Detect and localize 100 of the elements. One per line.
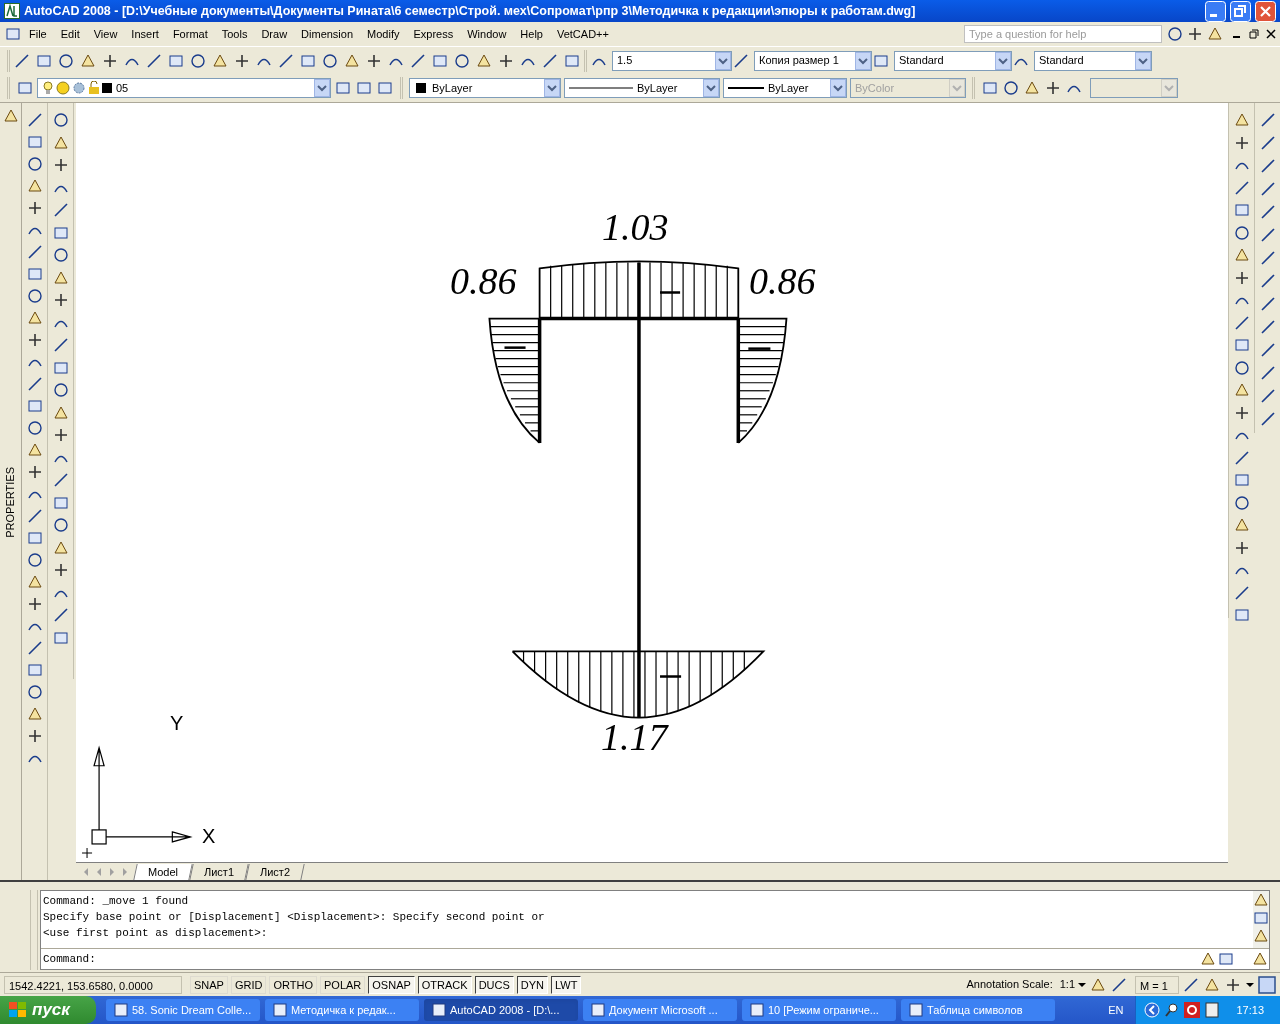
dropdown-field[interactable]: ByLayer (409, 78, 561, 98)
layout-tab[interactable]: Лист2 (245, 863, 305, 880)
layout-tab[interactable]: Model (133, 863, 193, 880)
window-icon (750, 1003, 764, 1017)
status-toggle[interactable]: SNAP (190, 975, 228, 994)
command-line: Specify base point or [Displacement] <Displacement>: Specify second point or (43, 910, 546, 925)
menu-item[interactable]: Help (513, 25, 550, 43)
taskbar-button[interactable]: 58. Sonic Dream Colle... (106, 999, 260, 1021)
color-swatch-icon (414, 83, 428, 93)
windows-logo-icon (8, 1001, 28, 1019)
status-toggle[interactable]: DYN (516, 975, 549, 994)
clean-screen-icon[interactable] (1258, 975, 1276, 994)
window-icon (591, 1003, 605, 1017)
menu-item[interactable]: Tools (214, 25, 255, 43)
value-label: 1.17 (601, 718, 668, 756)
window-icon (114, 1003, 128, 1017)
layout-tab[interactable]: Лист1 (189, 863, 249, 880)
color-swatch-icon[interactable] (102, 83, 112, 93)
taskbar-button[interactable]: Методичка к редак... (265, 999, 419, 1021)
status-toggle[interactable]: DUCS (474, 975, 514, 994)
dropdown-field[interactable] (1090, 78, 1178, 98)
window-icon (909, 1003, 923, 1017)
scroll-thumb-icon[interactable] (1252, 909, 1270, 927)
scroll-thumb-icon[interactable] (1217, 950, 1235, 968)
taskbar-button[interactable]: AutoCAD 2008 - [D:\... (424, 999, 578, 1021)
start-button[interactable]: пуск (0, 996, 96, 1024)
dropdown-field[interactable]: Standard (1034, 50, 1152, 71)
app-logo-icon (4, 3, 20, 19)
language-indicator[interactable]: EN (1108, 1001, 1124, 1019)
menu-item[interactable]: Dimension (294, 25, 361, 43)
toolbar-icon[interactable] (189, 51, 207, 70)
drawing-canvas[interactable]: 1.03 0.86 0.86 Y 1.17 X (76, 103, 1228, 862)
status-toggle[interactable]: LWT (551, 975, 582, 994)
dropdown-field[interactable]: ByLayer (564, 78, 720, 98)
close-icon[interactable] (1266, 29, 1277, 39)
taskbar-button[interactable]: Документ Microsoft ... (583, 999, 737, 1021)
help-search-field[interactable]: Type a question for help (964, 25, 1162, 43)
axis-label: X (202, 826, 216, 846)
menu-item[interactable]: Draw (254, 25, 295, 43)
command-line: Command: _move 1 found (43, 894, 190, 909)
taskbar-button[interactable]: 10 [Режим ограниче... (742, 999, 896, 1021)
status-toggle[interactable]: ORTHO (269, 975, 317, 994)
menu-item[interactable]: Edit (53, 25, 87, 43)
menu-item[interactable]: View (86, 25, 125, 43)
ucs-axes-icon (91, 745, 193, 845)
axis-label: Y (170, 713, 184, 733)
toolbar-icon[interactable] (453, 51, 471, 70)
toolbar-icon[interactable] (277, 51, 295, 70)
document-icon[interactable] (4, 25, 22, 43)
restore-icon[interactable] (1249, 29, 1259, 39)
dropdown-field[interactable]: Копия размер 1 (754, 50, 872, 71)
toolbar-icon[interactable] (409, 51, 427, 70)
menu-item[interactable]: Format (165, 25, 215, 43)
menu-item[interactable]: VetCAD++ (549, 25, 616, 43)
menu-item[interactable]: File (22, 25, 54, 43)
sun-icon[interactable] (56, 81, 70, 95)
value-label: 1.03 (602, 208, 669, 246)
status-toggle[interactable]: GRID (230, 975, 267, 994)
dropdown-field[interactable]: ByLayer (723, 78, 847, 98)
command-line: <use first point as displacement>: (43, 926, 269, 941)
search-icon[interactable] (1166, 25, 1184, 43)
dropdown-field[interactable]: 1.5 (612, 50, 732, 71)
line-sample-icon (569, 86, 633, 90)
menu-item[interactable]: Modify (360, 25, 407, 43)
dropdown-field[interactable]: 05 (37, 78, 331, 98)
coordinates-readout[interactable]: 1542.4221, 153.6580, 0.0000 (4, 975, 182, 994)
clipboard-icon[interactable] (1204, 1002, 1221, 1018)
status-toggle[interactable]: POLAR (320, 975, 366, 994)
toolbar-icon[interactable] (321, 51, 339, 70)
value-label: 0.86 (450, 262, 517, 300)
gear-icon[interactable] (72, 81, 86, 95)
chevron-icon[interactable] (1144, 1002, 1161, 1018)
magnifier-icon[interactable] (1164, 1002, 1181, 1018)
value-label: 0.86 (749, 262, 816, 300)
caret-icon[interactable] (1078, 980, 1086, 989)
menu-item[interactable]: Express (406, 25, 461, 43)
annotation-scale-dropdown[interactable]: 1:1 (1059, 976, 1075, 993)
crosshair-icon (81, 847, 93, 859)
window-title: AutoCAD 2008 - [D:\Учебные документы\Документы Рината\6 семестр\Строй. мех\Сопромат\рпр 3\Методичка к редакции\эпюры к работам.dwg] (24, 2, 917, 20)
menu-item[interactable]: Window (460, 25, 514, 43)
m-value-readout[interactable]: M = 1 (1135, 975, 1179, 994)
status-toggle[interactable]: OTRACK (417, 975, 472, 994)
line-sample-icon (728, 86, 764, 90)
window-icon (273, 1003, 287, 1017)
status-toggle[interactable]: OSNAP (368, 975, 415, 994)
command-prompt[interactable]: Command: (41, 950, 1199, 968)
properties-palette-bar[interactable]: PROPERTIES (0, 103, 22, 880)
annotation-scale-label: Annotation Scale: (966, 977, 1053, 993)
toolbar-icon[interactable] (145, 51, 163, 70)
window-icon (432, 1003, 446, 1017)
toolbar-icon[interactable] (13, 51, 31, 70)
clock: 17:13 (1236, 1002, 1264, 1018)
toolbar-icon[interactable] (541, 51, 559, 70)
ring-icon[interactable] (1184, 1002, 1201, 1018)
dropdown-field[interactable]: Standard (894, 50, 1012, 71)
toolbar-icon[interactable] (57, 51, 75, 70)
grip-handle[interactable] (30, 890, 38, 970)
taskbar-button[interactable]: Таблица символов (901, 999, 1055, 1021)
palette-label[interactable]: PROPERTIES (2, 467, 19, 538)
menu-item[interactable]: Insert (124, 25, 166, 43)
